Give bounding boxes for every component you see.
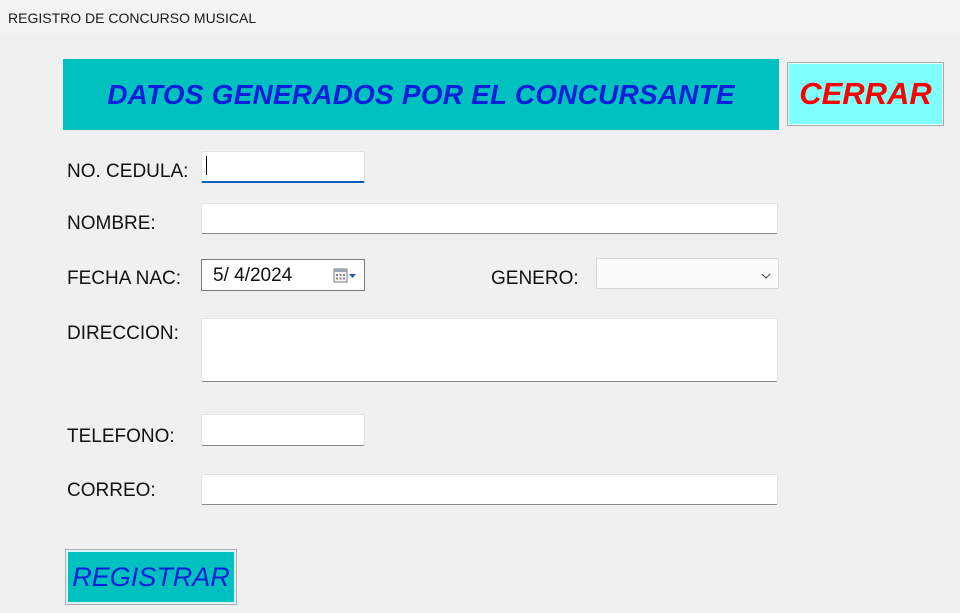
close-button-label: CERRAR [799, 76, 932, 111]
genero-label: GENERO: [491, 268, 579, 289]
nombre-input[interactable] [201, 203, 778, 234]
window-title: REGISTRO DE CONCURSO MUSICAL [8, 10, 257, 26]
chevron-down-icon [760, 268, 772, 286]
banner-title: DATOS GENERADOS POR EL CONCURSANTE [107, 78, 735, 110]
fecha-nac-label: FECHA NAC: [67, 268, 182, 289]
telefono-input[interactable] [201, 414, 365, 446]
calendar-icon[interactable] [333, 268, 357, 290]
register-button-label: REGISTRAR [72, 561, 230, 592]
nombre-label: NOMBRE: [67, 213, 156, 234]
genero-select[interactable] [596, 258, 779, 289]
correo-input[interactable] [201, 474, 778, 505]
correo-label: CORREO: [67, 480, 156, 501]
register-button[interactable]: REGISTRAR [65, 549, 237, 605]
cedula-input[interactable] [201, 151, 365, 183]
direccion-label: DIRECCION: [67, 323, 179, 344]
telefono-label: TELEFONO: [67, 426, 175, 447]
header-banner: DATOS GENERADOS POR EL CONCURSANTE [63, 59, 779, 130]
fecha-nac-date-picker[interactable]: 5/ 4/2024 [201, 259, 365, 291]
fecha-nac-value: 5/ 4/2024 [213, 265, 293, 286]
title-bar: REGISTRO DE CONCURSO MUSICAL [0, 0, 960, 36]
direccion-textarea[interactable] [201, 318, 778, 382]
close-button[interactable]: CERRAR [787, 62, 944, 126]
cedula-label: NO. CEDULA: [67, 161, 189, 182]
text-caret [206, 156, 207, 175]
